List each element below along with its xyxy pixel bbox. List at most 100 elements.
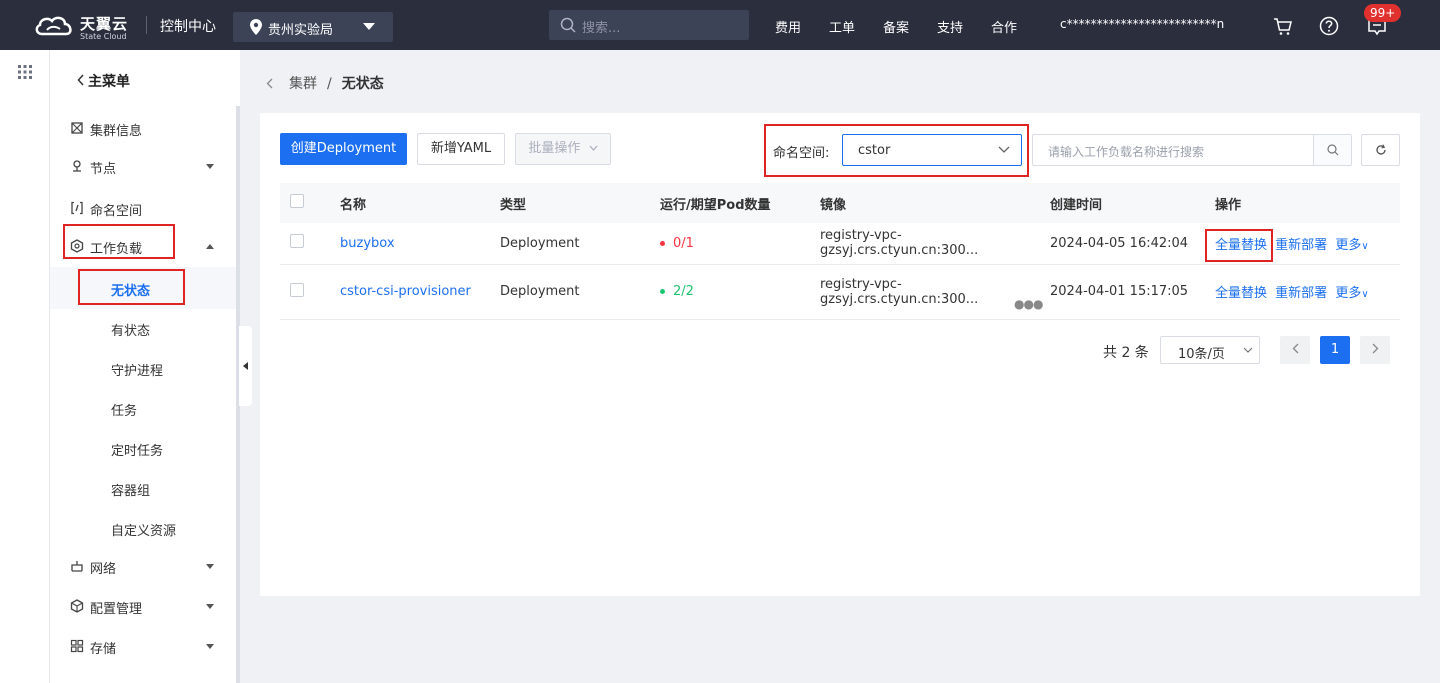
breadcrumb-separator: / [327,76,332,92]
workload-card: 创建Deployment 新增YAML 批量操作 命名空间: cstor 请输入… [260,113,1420,596]
help-icon[interactable] [1318,15,1340,37]
select-all-checkbox[interactable] [290,194,304,208]
pods-cell: 0/1 [660,223,820,265]
node-icon [73,160,81,172]
highlight-box [764,124,1029,177]
sidebar-subitem-cronjobs[interactable]: 定时任务 [111,440,163,459]
chevron-down-icon: ∨ [1361,240,1369,252]
account-name[interactable]: c*************************n [1060,17,1224,31]
sidebar-subitem-custom-resources[interactable]: 自定义资源 [111,520,176,539]
row-select-cell [280,223,340,265]
caret-down-icon [206,604,214,609]
row-select-cell [280,264,340,320]
search-placeholder: 请输入工作负载名称进行搜索 [1048,145,1205,159]
nav-billing[interactable]: 费用 [775,17,801,36]
next-page-button[interactable] [1360,336,1390,364]
image-cell: registry-vpc-gzsyj.crs.ctyun.cn:300... ●… [820,264,1050,320]
top-navbar: 天翼云 State Cloud 控制中心 贵州实验局 搜索... 费用 工单 备… [0,0,1440,50]
sidebar-subitem-daemonset[interactable]: 守护进程 [111,360,163,379]
search-icon [1327,144,1339,156]
caret-down-icon [206,164,214,169]
sidebar-item-namespaces[interactable]: 命名空间 [70,195,230,223]
sidebar-item-storage[interactable]: 存储 [70,633,230,661]
name-cell: buzybox [340,223,500,265]
sidebar-item-nodes[interactable]: 节点 [70,153,230,181]
sidebar-item-cluster-info[interactable]: 集群信息 [70,115,230,143]
back-chevron-icon[interactable] [266,78,273,89]
workload-name-link[interactable]: buzybox [340,236,395,251]
search-button[interactable] [1313,135,1351,165]
created-cell: 2024-04-01 15:17:05 [1050,264,1215,320]
highlight-box [63,224,175,259]
sidebar-item-label: 命名空间 [90,204,143,219]
image-cell: registry-vpc-gzsyj.crs.ctyun.cn:300... [820,223,1050,265]
status-dot [660,240,665,246]
caret-down-icon [206,644,214,649]
add-yaml-button[interactable]: 新增YAML [417,133,505,165]
region-selector[interactable]: 贵州实验局 [233,12,393,42]
apps-grid-icon[interactable] [18,65,32,79]
chevron-right-icon [1372,343,1378,354]
highlight-box [78,269,185,305]
main-menu-title[interactable]: 主菜单 [88,71,130,91]
nav-support[interactable]: 支持 [937,17,963,36]
breadcrumb-parent[interactable]: 集群 [289,76,317,92]
prev-page-button[interactable] [1280,336,1310,364]
row-checkbox[interactable] [290,282,304,297]
workload-name-link[interactable]: cstor-csi-provisioner [340,284,471,299]
batch-actions-button[interactable]: 批量操作 [515,133,611,165]
sidebar-item-network[interactable]: 网络 [70,553,230,581]
type-cell: Deployment [500,223,660,265]
caret-down-icon [206,564,214,569]
page-number-current[interactable]: 1 [1320,336,1350,364]
console-link[interactable]: 控制中心 [160,16,216,36]
nav-filing[interactable]: 备案 [883,17,909,36]
page-size-select[interactable]: 10条/页 [1160,336,1260,364]
notification-badge: 99+ [1364,4,1402,22]
create-deployment-button[interactable]: 创建Deployment [280,133,407,165]
refresh-button[interactable] [1361,134,1400,166]
sidebar-item-label: 集群信息 [90,124,143,139]
divider [146,16,147,34]
nav-partner[interactable]: 合作 [991,17,1017,36]
column-header-type: 类型 [500,183,660,223]
table-header-row: 名称 类型 运行/期望Pod数量 镜像 创建时间 操作 [280,183,1400,223]
brand-logo[interactable]: 天翼云 State Cloud [34,12,146,41]
redeploy-link[interactable]: 重新部署 [1275,238,1327,253]
pods-value: 0/1 [673,235,694,251]
column-header-created: 创建时间 [1050,183,1215,223]
cart-icon[interactable] [1272,15,1294,37]
network-icon [71,561,83,572]
sidebar-subitem-stateful[interactable]: 有状态 [111,320,150,339]
batch-actions-label: 批量操作 [528,141,581,156]
replace-all-link[interactable]: 全量替换 [1215,286,1267,301]
pods-value: 2/2 [673,284,694,299]
cluster-icon [71,122,83,134]
chevron-left-icon[interactable] [77,74,85,86]
redeploy-link[interactable]: 重新部署 [1275,286,1327,301]
sidebar-item-config[interactable]: 配置管理 [70,593,230,621]
row-checkbox[interactable] [290,234,304,249]
storage-icon [70,639,84,653]
workload-search-input[interactable]: 请输入工作负载名称进行搜索 [1032,134,1352,166]
caret-up-icon [206,244,214,249]
sidebar-subitem-pods[interactable]: 容器组 [111,480,150,499]
actions-cell: 全量替换 重新部署 更多∨ [1215,264,1400,320]
sidebar-subitem-jobs[interactable]: 任务 [111,400,137,419]
table-row: cstor-csi-provisioner Deployment 2/2 reg… [280,264,1400,320]
more-link[interactable]: 更多 [1335,286,1361,301]
more-link[interactable]: 更多 [1335,238,1361,253]
created-cell: 2024-04-05 16:42:04 [1050,223,1215,265]
sidebar-collapse-toggle[interactable] [239,326,252,406]
nav-tickets[interactable]: 工单 [829,17,855,36]
global-search-input[interactable]: 搜索... [549,10,749,40]
product-rail [0,50,50,683]
sidebar: 主菜单 集群信息 节点 命名空间 工作负载 无状态 有状态 守护进程 任务 定时… [50,50,240,683]
search-icon [560,17,576,33]
namespace-icon [71,201,83,215]
column-header-image: 镜像 [820,183,1050,223]
breadcrumb-current: 无状态 [341,76,384,92]
search-placeholder: 搜索... [582,21,621,36]
more-dots-icon[interactable]: ●●● [1014,297,1043,311]
select-all-cell [280,183,340,223]
